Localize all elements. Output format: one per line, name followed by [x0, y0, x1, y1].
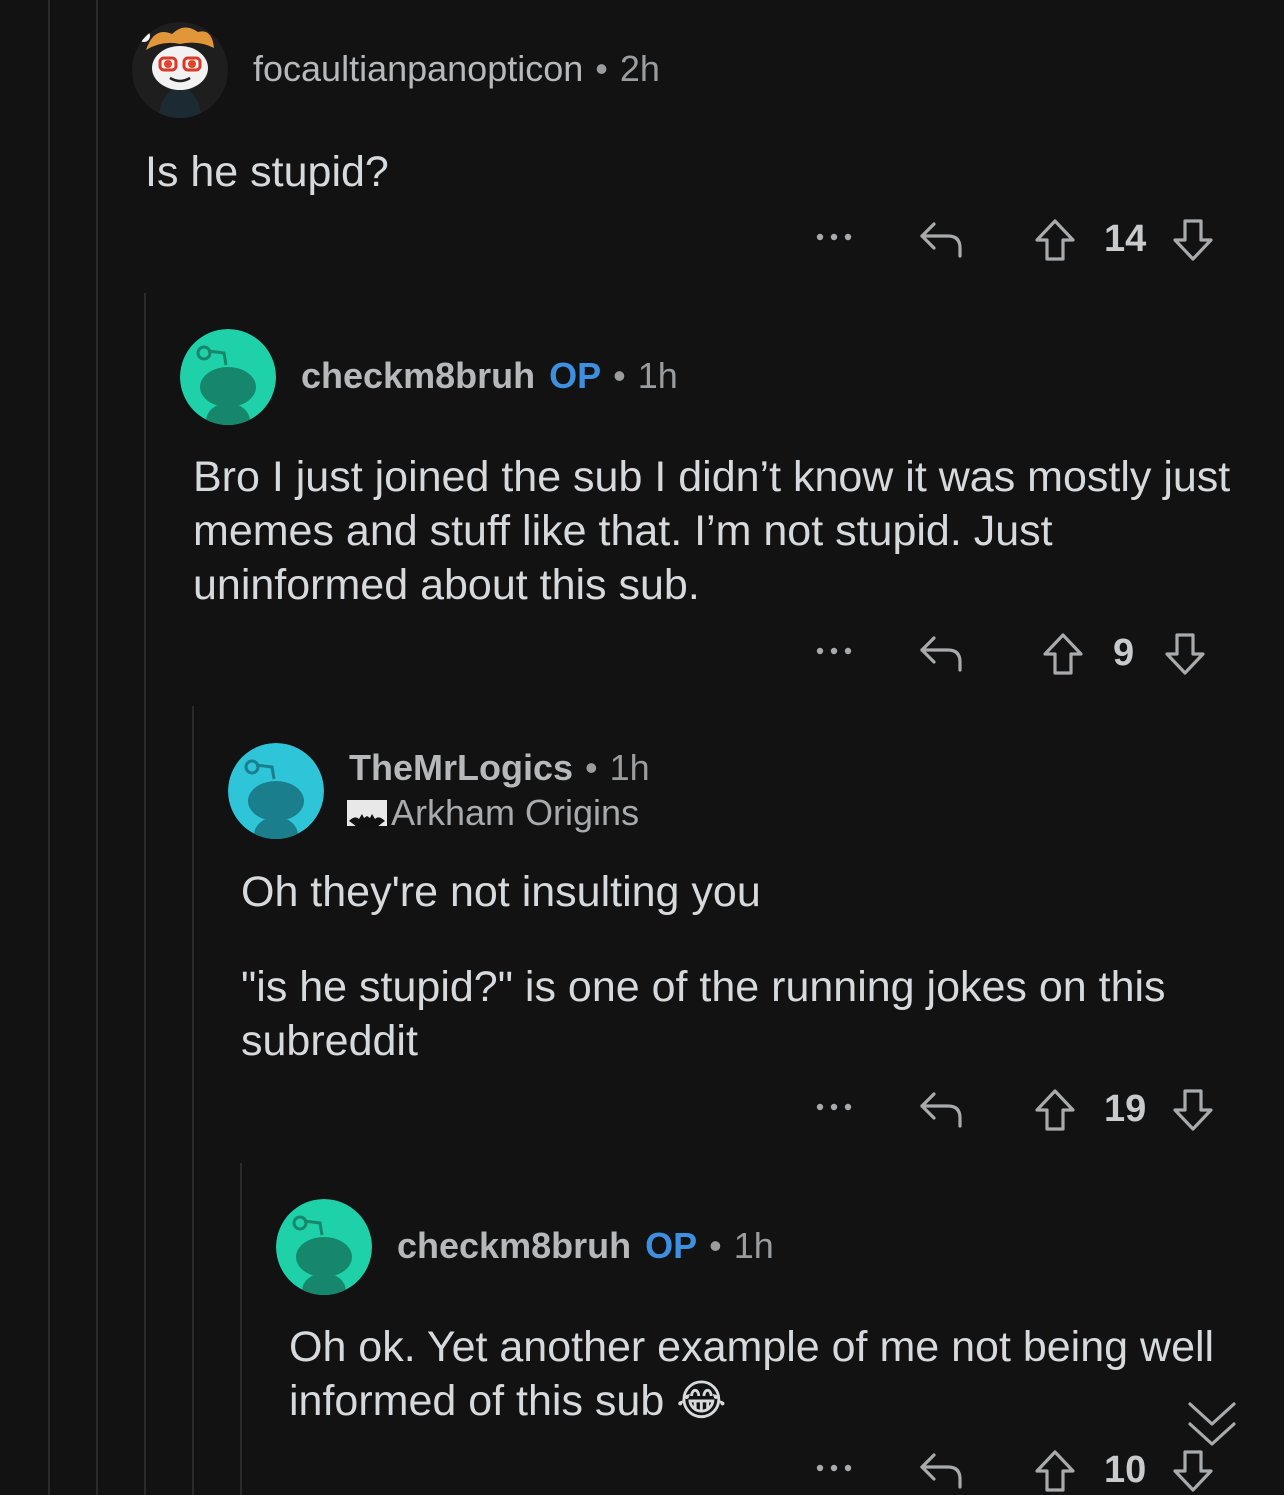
- batman-logo-icon: [347, 800, 387, 829]
- user-flair: Arkham Origins: [347, 792, 639, 834]
- vote-score: 14: [1104, 218, 1147, 260]
- comment-body: Is he stupid?: [145, 145, 1225, 199]
- timestamp: 1h: [637, 355, 678, 396]
- more-options-icon[interactable]: [814, 230, 854, 244]
- separator-dot: •: [709, 1225, 722, 1266]
- thread-line-1[interactable]: [48, 0, 50, 1495]
- upvote-arrow-icon[interactable]: [1034, 218, 1076, 262]
- comment-header: focaultianpanopticon • 2h: [253, 48, 660, 90]
- more-options-icon[interactable]: [814, 1100, 854, 1114]
- separator-dot: •: [595, 48, 608, 89]
- comment-text: Oh they're not insulting you: [241, 868, 761, 916]
- flair-text: Arkham Origins: [391, 792, 640, 833]
- username[interactable]: checkm8bruh: [301, 355, 535, 397]
- comment-text: "is he stupid?" is one of the running jo…: [241, 963, 1166, 1065]
- separator-dot: •: [585, 747, 598, 788]
- avatar[interactable]: [132, 22, 228, 118]
- comment-text: Is he stupid?: [145, 148, 389, 196]
- vote-score: 9: [1113, 632, 1135, 674]
- reply-icon[interactable]: [918, 1088, 966, 1128]
- comment-body: Bro I just joined the sub I didn’t know …: [193, 450, 1253, 612]
- more-options-icon[interactable]: [814, 644, 854, 658]
- comment-body: Oh they're not insulting you "is he stup…: [241, 865, 1231, 1068]
- reply-icon[interactable]: [918, 632, 966, 672]
- vote-score: 10: [1104, 1449, 1147, 1491]
- avatar[interactable]: [228, 743, 324, 839]
- reply-icon[interactable]: [918, 218, 966, 258]
- comment-header: TheMrLogics • 1h: [349, 747, 650, 789]
- avatar[interactable]: [180, 329, 276, 425]
- thread-line-3[interactable]: [144, 293, 146, 1495]
- downvote-arrow-icon[interactable]: [1172, 218, 1214, 262]
- downvote-arrow-icon[interactable]: [1172, 1088, 1214, 1132]
- upvote-arrow-icon[interactable]: [1042, 632, 1084, 676]
- comment-text: Oh ok. Yet another example of me not bei…: [289, 1323, 1215, 1425]
- comment-actions: 10: [800, 1445, 1240, 1495]
- username[interactable]: TheMrLogics: [349, 747, 573, 789]
- timestamp: 2h: [619, 48, 660, 89]
- upvote-arrow-icon[interactable]: [1034, 1449, 1076, 1493]
- downvote-arrow-icon[interactable]: [1172, 1449, 1214, 1493]
- thread-line-2[interactable]: [96, 0, 98, 1495]
- comment-actions: 9: [800, 628, 1240, 678]
- op-badge: OP: [645, 1225, 698, 1266]
- thread-line-4[interactable]: [192, 706, 194, 1495]
- reply-icon[interactable]: [918, 1449, 966, 1489]
- username[interactable]: focaultianpanopticon: [253, 48, 583, 90]
- comment-text: Bro I just joined the sub I didn’t know …: [193, 453, 1231, 609]
- username[interactable]: checkm8bruh: [397, 1225, 631, 1267]
- comment-header: checkm8bruh OP • 1h: [397, 1225, 774, 1267]
- downvote-arrow-icon[interactable]: [1164, 632, 1206, 676]
- comment-header: checkm8bruh OP • 1h: [301, 355, 678, 397]
- collapse-chevron-icon[interactable]: [1186, 1398, 1238, 1452]
- comment-actions: 19: [800, 1084, 1240, 1134]
- timestamp: 1h: [733, 1225, 774, 1266]
- avatar[interactable]: [276, 1199, 372, 1295]
- timestamp: 1h: [609, 747, 650, 788]
- thread-line-5[interactable]: [240, 1163, 242, 1495]
- comment-actions: 14: [800, 214, 1240, 264]
- vote-score: 19: [1104, 1088, 1147, 1130]
- more-options-icon[interactable]: [814, 1461, 854, 1475]
- op-badge: OP: [549, 355, 602, 396]
- upvote-arrow-icon[interactable]: [1034, 1088, 1076, 1132]
- comment-body: Oh ok. Yet another example of me not bei…: [289, 1320, 1219, 1428]
- separator-dot: •: [613, 355, 626, 396]
